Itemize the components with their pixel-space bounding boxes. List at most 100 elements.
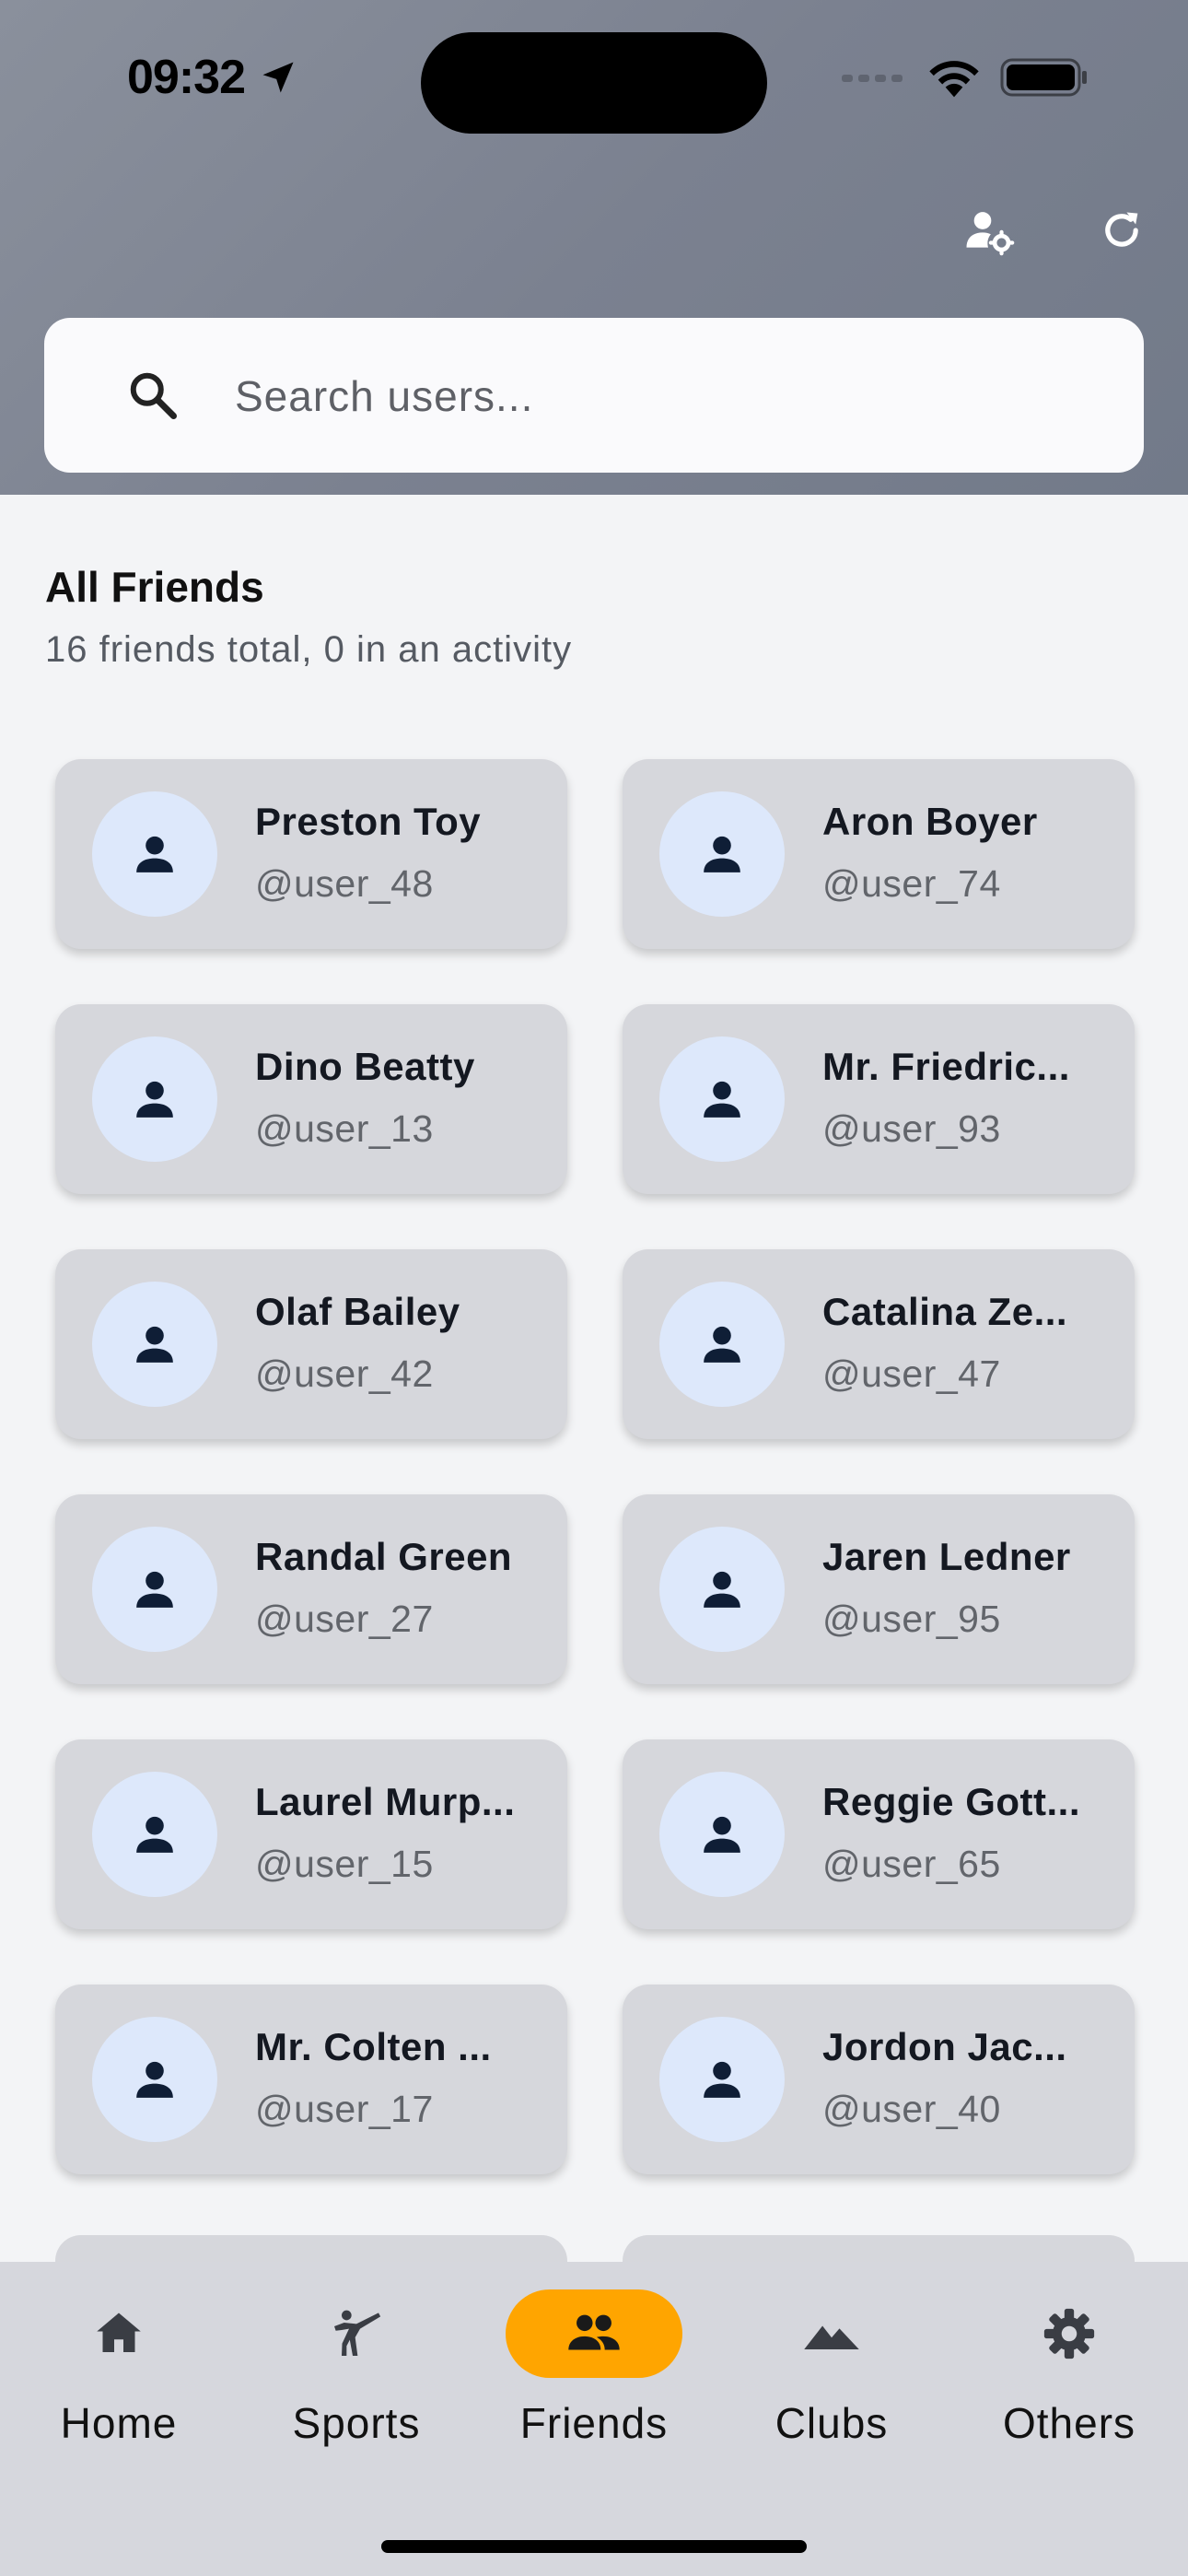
- avatar: [659, 2017, 785, 2142]
- friend-handle: @user_48: [255, 862, 434, 905]
- person-icon: [704, 1081, 740, 1118]
- avatar: [659, 1036, 785, 1162]
- friends-icon: [568, 2314, 620, 2350]
- friend-name: Mr. Colten ...: [255, 2025, 492, 2068]
- avatar: [659, 1527, 785, 1652]
- friend-handle: @user_95: [822, 1598, 1001, 1640]
- avatar: [659, 1282, 785, 1407]
- friend-handle: @user_74: [822, 862, 1001, 905]
- nav-item-friends[interactable]: Friends: [475, 2289, 713, 2474]
- cellular-signal-icon: [842, 75, 903, 82]
- bottom-navigation: Home Sports Friends Clubs Others: [0, 2262, 1188, 2576]
- friend-name: Laurel Murp...: [255, 1780, 516, 1823]
- friend-name: Jaren Ledner: [822, 1535, 1071, 1578]
- friend-handle: @user_40: [822, 2088, 1001, 2130]
- friend-handle: @user_47: [822, 1352, 1001, 1395]
- search-icon: [130, 372, 177, 419]
- person-icon: [704, 836, 740, 872]
- nav-item-clubs[interactable]: Clubs: [713, 2289, 950, 2474]
- person-icon: [136, 1326, 173, 1363]
- friend-card[interactable]: Catalina Ze... @user_47: [623, 1249, 1135, 1439]
- friend-handle: @user_17: [255, 2088, 434, 2130]
- nav-label-clubs: Clubs: [775, 2399, 889, 2447]
- nav-label-home: Home: [60, 2399, 178, 2447]
- nav-pill-sports: [268, 2289, 445, 2378]
- search-input[interactable]: [233, 318, 1121, 474]
- friend-handle: @user_93: [822, 1107, 1001, 1150]
- settings-icon: [1043, 2308, 1095, 2359]
- manage-accounts-icon: [966, 212, 1015, 256]
- nav-label-sports: Sports: [292, 2399, 421, 2447]
- friend-handle: @user_13: [255, 1107, 434, 1150]
- person-icon: [136, 2061, 173, 2098]
- friend-name: Aron Boyer: [822, 800, 1038, 843]
- nav-label-others: Others: [1002, 2399, 1136, 2447]
- friend-handle: @user_27: [255, 1598, 434, 1640]
- friend-name: Preston Toy: [255, 800, 482, 843]
- nav-item-sports[interactable]: Sports: [238, 2289, 475, 2474]
- avatar: [92, 1772, 217, 1897]
- friend-card[interactable]: Reggie Gott... @user_65: [623, 1739, 1135, 1929]
- clubs-icon: [804, 2325, 859, 2349]
- friend-name: Reggie Gott...: [822, 1780, 1080, 1823]
- avatar: [92, 1282, 217, 1407]
- refresh-button[interactable]: [1094, 203, 1149, 258]
- friend-card[interactable]: Dino Beatty @user_13: [55, 1004, 567, 1194]
- avatar: [92, 1036, 217, 1162]
- dynamic-island: [421, 32, 767, 134]
- status-bar-indicators: [840, 55, 1089, 100]
- home-indicator: [381, 2540, 807, 2553]
- friend-card[interactable]: Jordon Jac... @user_40: [623, 1985, 1135, 2174]
- friend-card[interactable]: Mr. Colten ... @user_17: [55, 1985, 567, 2174]
- friend-handle: @user_42: [255, 1352, 434, 1395]
- location-arrow-icon: [262, 62, 294, 93]
- friend-name: Catalina Ze...: [822, 1290, 1068, 1333]
- friend-name: Jordon Jac...: [822, 2025, 1067, 2068]
- status-bar-time: 09:32: [127, 50, 298, 105]
- user-settings-button[interactable]: [961, 203, 1017, 258]
- person-icon: [136, 1571, 173, 1608]
- friend-card[interactable]: Mr. Friedric... @user_93: [623, 1004, 1135, 1194]
- avatar: [659, 791, 785, 917]
- status-time-text: 09:32: [127, 51, 246, 104]
- person-icon: [136, 836, 173, 872]
- home-icon: [97, 2313, 141, 2352]
- friend-name: Olaf Bailey: [255, 1290, 460, 1333]
- friend-handle: @user_65: [822, 1843, 1001, 1885]
- friend-card[interactable]: Preston Toy @user_48: [55, 759, 567, 949]
- nav-pill-clubs: [743, 2289, 920, 2378]
- nav-pill-others: [981, 2289, 1158, 2378]
- friend-card[interactable]: Aron Boyer @user_74: [623, 759, 1135, 949]
- friend-name: Mr. Friedric...: [822, 1045, 1070, 1088]
- nav-pill-home: [30, 2289, 207, 2378]
- person-icon: [704, 1816, 740, 1853]
- section-subtitle: 16 friends total, 0 in an activity: [45, 629, 573, 670]
- nav-item-others[interactable]: Others: [950, 2289, 1188, 2474]
- friend-name: Dino Beatty: [255, 1045, 475, 1088]
- person-icon: [704, 2061, 740, 2098]
- friend-card[interactable]: Olaf Bailey @user_42: [55, 1249, 567, 1439]
- person-icon: [136, 1081, 173, 1118]
- friend-name: Randal Green: [255, 1535, 513, 1578]
- avatar: [92, 791, 217, 917]
- friend-card[interactable]: Laurel Murp... @user_15: [55, 1739, 567, 1929]
- friend-card[interactable]: Randal Green @user_27: [55, 1494, 567, 1684]
- nav-item-home[interactable]: Home: [0, 2289, 238, 2474]
- person-icon: [136, 1816, 173, 1853]
- sports-icon: [334, 2310, 381, 2356]
- avatar: [659, 1772, 785, 1897]
- app-header: 09:32: [0, 0, 1188, 495]
- search-bar[interactable]: [44, 318, 1144, 474]
- avatar: [92, 2017, 217, 2142]
- friends-grid: Preston Toy @user_48 Aron Boyer @user_74 Din…: [55, 759, 1135, 2174]
- friend-card[interactable]: Jaren Ledner @user_95: [623, 1494, 1135, 1684]
- nav-pill-friends: [506, 2289, 682, 2378]
- person-icon: [704, 1571, 740, 1608]
- avatar: [92, 1527, 217, 1652]
- friend-handle: @user_15: [255, 1843, 434, 1885]
- wifi-icon: [929, 61, 979, 98]
- person-icon: [704, 1326, 740, 1363]
- section-title: All Friends: [45, 563, 264, 611]
- nav-label-friends: Friends: [519, 2399, 669, 2447]
- refresh-icon: [1105, 212, 1138, 247]
